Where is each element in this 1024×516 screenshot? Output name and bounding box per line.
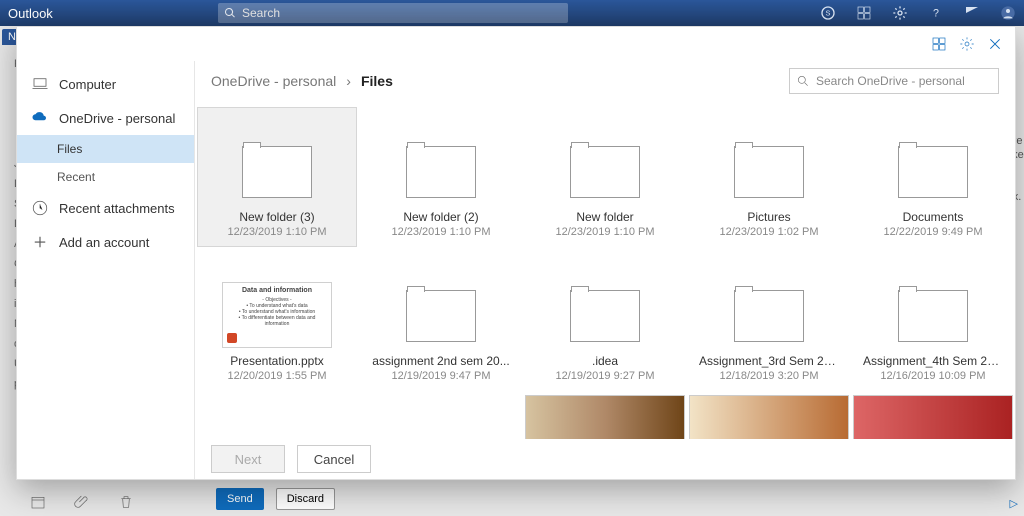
nav-add-account[interactable]: Add an account — [17, 225, 194, 259]
file-tile[interactable]: Data and information - Objectives -• To … — [197, 251, 357, 391]
calendar-icon[interactable] — [30, 494, 46, 510]
outlook-addons-icon[interactable] — [856, 5, 872, 21]
breadcrumb-current: Files — [361, 73, 393, 89]
nav-recent-attachments[interactable]: Recent attachments — [17, 191, 194, 225]
dialog-footer: Next Cancel — [195, 439, 1015, 479]
onedrive-search-placeholder: Search OneDrive - personal — [816, 74, 965, 88]
outlook-header-actions: S ? — [820, 0, 1016, 26]
onedrive-search[interactable]: Search OneDrive - personal — [789, 68, 999, 94]
dialog-titlebar — [17, 27, 1015, 61]
file-grid: New folder (3) 12/23/2019 1:10 PM New fo… — [197, 107, 1013, 439]
nav-computer[interactable]: Computer — [17, 67, 194, 101]
file-tile[interactable]: Pictures 12/23/2019 1:02 PM — [689, 107, 849, 247]
picker-main: OneDrive - personal › Files Search OneDr… — [195, 61, 1015, 479]
file-tile[interactable]: Documents 12/22/2019 9:49 PM — [853, 107, 1013, 247]
svg-text:?: ? — [933, 7, 939, 19]
folder-icon — [734, 146, 804, 198]
skype-icon[interactable]: S — [820, 5, 836, 21]
ad-indicator-icon[interactable]: ▷ — [1010, 497, 1018, 510]
dialog-settings-icon[interactable] — [959, 36, 975, 52]
folder-icon — [570, 146, 640, 198]
folder-icon — [898, 290, 968, 342]
plus-icon — [31, 233, 49, 251]
folder-icon — [406, 290, 476, 342]
file-tile[interactable]: New folder 12/23/2019 1:10 PM — [525, 107, 685, 247]
help-icon[interactable]: ? — [928, 5, 944, 21]
settings-icon[interactable] — [892, 5, 908, 21]
close-icon[interactable] — [987, 36, 1003, 52]
picker-nav: Computer OneDrive - personal Files Recen… — [17, 61, 195, 479]
clock-icon — [31, 199, 49, 217]
folder-icon — [570, 290, 640, 342]
nav-files[interactable]: Files — [17, 135, 194, 163]
file-tile[interactable]: .idea 12/19/2019 9:27 PM — [525, 251, 685, 391]
laptop-icon — [31, 75, 49, 93]
file-tile[interactable]: New folder (2) 12/23/2019 1:10 PM — [361, 107, 521, 247]
next-button: Next — [211, 445, 285, 473]
image-tile[interactable] — [853, 395, 1013, 439]
account-avatar[interactable] — [1000, 5, 1016, 21]
image-tile[interactable] — [689, 395, 849, 439]
svg-text:S: S — [826, 9, 831, 18]
chevron-right-icon: › — [346, 73, 351, 89]
breadcrumb-root[interactable]: OneDrive - personal — [211, 73, 336, 89]
discard-button[interactable]: Discard — [276, 488, 335, 510]
file-tile[interactable]: New folder (3) 12/23/2019 1:10 PM — [197, 107, 357, 247]
breadcrumb: OneDrive - personal › Files — [211, 73, 393, 89]
compose-actions: Send Discard — [216, 488, 335, 510]
attach-icon[interactable] — [74, 494, 90, 510]
powerpoint-icon — [227, 333, 237, 343]
folder-icon — [898, 146, 968, 198]
image-tile[interactable] — [525, 395, 685, 439]
notifications-icon[interactable] — [964, 5, 980, 21]
folder-icon — [734, 290, 804, 342]
folder-icon — [406, 146, 476, 198]
search-icon — [796, 74, 810, 88]
send-button[interactable]: Send — [216, 488, 264, 510]
delete-icon[interactable] — [118, 494, 134, 510]
outlook-search[interactable]: Search — [218, 3, 568, 23]
nav-recent[interactable]: Recent — [17, 163, 194, 191]
outlook-search-placeholder: Search — [242, 6, 280, 20]
file-tile[interactable]: Assignment_3rd Sem 20... 12/18/2019 3:20… — [689, 251, 849, 391]
folder-icon — [242, 146, 312, 198]
outlook-header: Outlook Search S ? — [0, 0, 1024, 26]
onedrive-icon — [31, 109, 49, 127]
outlook-title: Outlook — [8, 6, 188, 21]
nav-onedrive[interactable]: OneDrive - personal — [17, 101, 194, 135]
pptx-thumbnail: Data and information - Objectives -• To … — [222, 282, 332, 348]
file-picker-dialog: Computer OneDrive - personal Files Recen… — [16, 26, 1016, 480]
cancel-button[interactable]: Cancel — [297, 445, 371, 473]
file-tile[interactable]: Assignment_4th Sem 20... 12/16/2019 10:0… — [853, 251, 1013, 391]
compose-toolbar — [30, 494, 134, 510]
file-tile[interactable]: assignment 2nd sem 20... 12/19/2019 9:47… — [361, 251, 521, 391]
search-icon — [224, 7, 236, 19]
view-grid-icon[interactable] — [931, 36, 947, 52]
